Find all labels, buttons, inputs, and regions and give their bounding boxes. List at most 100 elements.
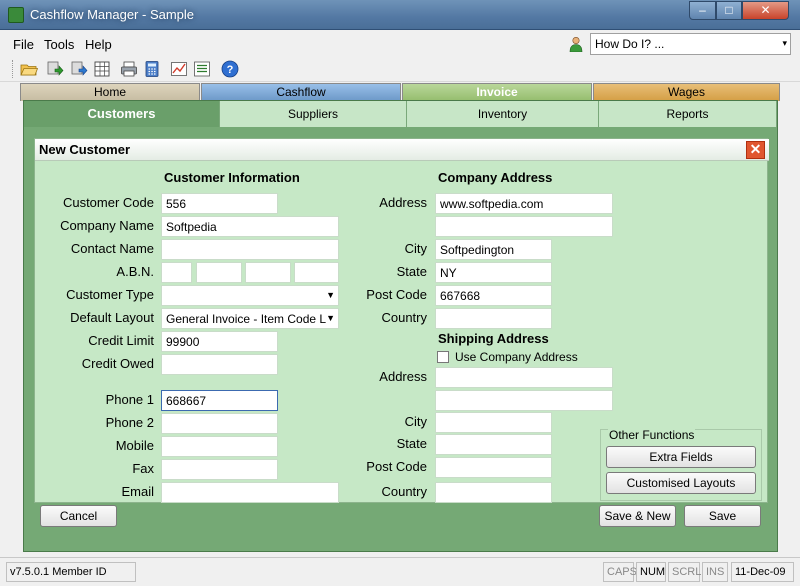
tab-invoice[interactable]: Invoice <box>402 83 592 101</box>
green-arrow-icon[interactable] <box>46 60 64 78</box>
customer-code-label: Customer Code <box>62 195 154 210</box>
abn-field-3[interactable] <box>245 262 291 283</box>
abn-field-2[interactable] <box>196 262 242 283</box>
chevron-down-icon: ▼ <box>326 290 335 300</box>
default-layout-select[interactable]: General Invoice - Item Code L ▼ <box>161 308 339 329</box>
window-title: Cashflow Manager - Sample <box>30 7 195 22</box>
contact-name-label: Contact Name <box>70 241 154 256</box>
maximize-button[interactable]: □ <box>716 1 742 20</box>
how-do-i-dropdown[interactable]: How Do I? ... ▾ <box>590 33 791 55</box>
shipping-address-line2[interactable] <box>435 390 613 411</box>
email-field[interactable] <box>161 482 339 503</box>
company-country-field[interactable] <box>435 308 552 329</box>
status-scrl: SCRL <box>668 562 701 582</box>
chevron-down-icon: ▼ <box>326 313 335 323</box>
subtab-reports[interactable]: Reports <box>599 101 777 127</box>
customer-code-field[interactable]: 556 <box>161 193 278 214</box>
company-city-field[interactable]: Softpedington <box>435 239 552 260</box>
shipping-address-line1[interactable] <box>435 367 613 388</box>
save-button[interactable]: Save <box>684 505 761 527</box>
save-and-new-button[interactable]: Save & New <box>599 505 676 527</box>
company-postcode-label: Post Code <box>366 287 427 302</box>
menu-tools[interactable]: Tools <box>44 37 74 52</box>
subtab-customers[interactable]: Customers <box>24 101 220 127</box>
status-version: v7.5.0.1 Member ID <box>6 562 136 582</box>
content-area: Customers Suppliers Inventory Reports Ne… <box>23 100 778 552</box>
company-city-label: City <box>404 241 427 256</box>
open-folder-icon[interactable] <box>20 60 38 78</box>
cancel-button[interactable]: Cancel <box>40 505 117 527</box>
toolbar-grip <box>12 60 15 78</box>
shipping-country-field[interactable] <box>435 482 552 503</box>
shipping-city-field[interactable] <box>435 412 552 433</box>
company-address-line2[interactable] <box>435 216 613 237</box>
shipping-address-label: Address <box>379 369 427 384</box>
abn-field-1[interactable] <box>161 262 192 283</box>
chevron-down-icon: ▾ <box>782 38 787 48</box>
phone2-field[interactable] <box>161 413 278 434</box>
credit-limit-field[interactable]: 99900 <box>161 331 278 352</box>
shipping-state-field[interactable] <box>435 434 552 455</box>
calculator-icon[interactable] <box>143 60 161 78</box>
chart-icon[interactable] <box>170 60 188 78</box>
subtab-inventory[interactable]: Inventory <box>407 101 599 127</box>
email-label: Email <box>121 484 154 499</box>
company-postcode-field[interactable]: 667668 <box>435 285 552 306</box>
fax-label: Fax <box>132 461 154 476</box>
company-address-label: Address <box>379 195 427 210</box>
customised-layouts-button[interactable]: Customised Layouts <box>606 472 756 494</box>
panel-title: New Customer <box>39 142 131 157</box>
minimize-button[interactable]: – <box>689 1 716 20</box>
grid-icon[interactable] <box>93 60 111 78</box>
shipping-address-heading: Shipping Address <box>438 331 549 346</box>
shipping-country-label: Country <box>381 484 427 499</box>
green-arrow-alt-icon[interactable] <box>70 60 88 78</box>
list-icon[interactable] <box>193 60 211 78</box>
phone2-label: Phone 2 <box>105 415 154 430</box>
customer-type-select[interactable]: ▼ <box>161 285 339 306</box>
company-state-field[interactable]: NY <box>435 262 552 283</box>
tab-wages[interactable]: Wages <box>593 83 780 101</box>
main-tabs: Home Cashflow Invoice Wages <box>20 83 780 101</box>
abn-field-4[interactable] <box>294 262 339 283</box>
use-company-address-checkbox[interactable] <box>437 351 449 363</box>
shipping-postcode-label: Post Code <box>366 459 427 474</box>
menu-help[interactable]: Help <box>85 37 112 52</box>
print-icon[interactable] <box>120 60 138 78</box>
fax-field[interactable] <box>161 459 278 480</box>
shipping-city-label: City <box>404 414 427 429</box>
mobile-label: Mobile <box>115 438 154 453</box>
shipping-postcode-field[interactable] <box>435 457 552 478</box>
panel-header: New Customer ✕ <box>35 139 769 161</box>
menu-file[interactable]: File <box>13 37 34 52</box>
other-functions-label: Other Functions <box>608 428 696 442</box>
phone1-field[interactable]: 668667 <box>161 390 278 411</box>
tab-cashflow[interactable]: Cashflow <box>201 83 401 101</box>
close-icon[interactable]: ✕ <box>746 141 765 159</box>
status-ins: INS <box>702 562 728 582</box>
company-address-line1[interactable]: www.softpedia.com <box>435 193 613 214</box>
mobile-field[interactable] <box>161 436 278 457</box>
svg-text:?: ? <box>227 64 234 76</box>
abn-label: A.B.N. <box>116 264 154 279</box>
status-caps: CAPS <box>603 562 637 582</box>
help-icon[interactable]: ? <box>221 60 239 78</box>
tab-home[interactable]: Home <box>20 83 200 101</box>
customer-info-heading: Customer Information <box>164 170 300 185</box>
phone1-label: Phone 1 <box>105 392 154 407</box>
status-date: 11-Dec-09 <box>731 562 794 582</box>
company-name-field[interactable]: Softpedia <box>161 216 339 237</box>
credit-owed-field[interactable] <box>161 354 278 375</box>
title-bar: Cashflow Manager - Sample – □ ✕ <box>0 0 800 30</box>
subtab-suppliers[interactable]: Suppliers <box>220 101 407 127</box>
contact-name-field[interactable] <box>161 239 339 260</box>
use-company-address-label: Use Company Address <box>455 350 578 364</box>
default-layout-label: Default Layout <box>70 310 154 325</box>
status-num: NUM <box>636 562 666 582</box>
close-window-button[interactable]: ✕ <box>742 1 789 20</box>
how-do-i-text: How Do I? ... <box>595 37 665 51</box>
customer-type-label: Customer Type <box>66 287 154 302</box>
shipping-state-label: State <box>396 436 427 451</box>
extra-fields-button[interactable]: Extra Fields <box>606 446 756 468</box>
status-bar: v7.5.0.1 Member ID CAPS NUM SCRL INS 11-… <box>0 557 800 586</box>
